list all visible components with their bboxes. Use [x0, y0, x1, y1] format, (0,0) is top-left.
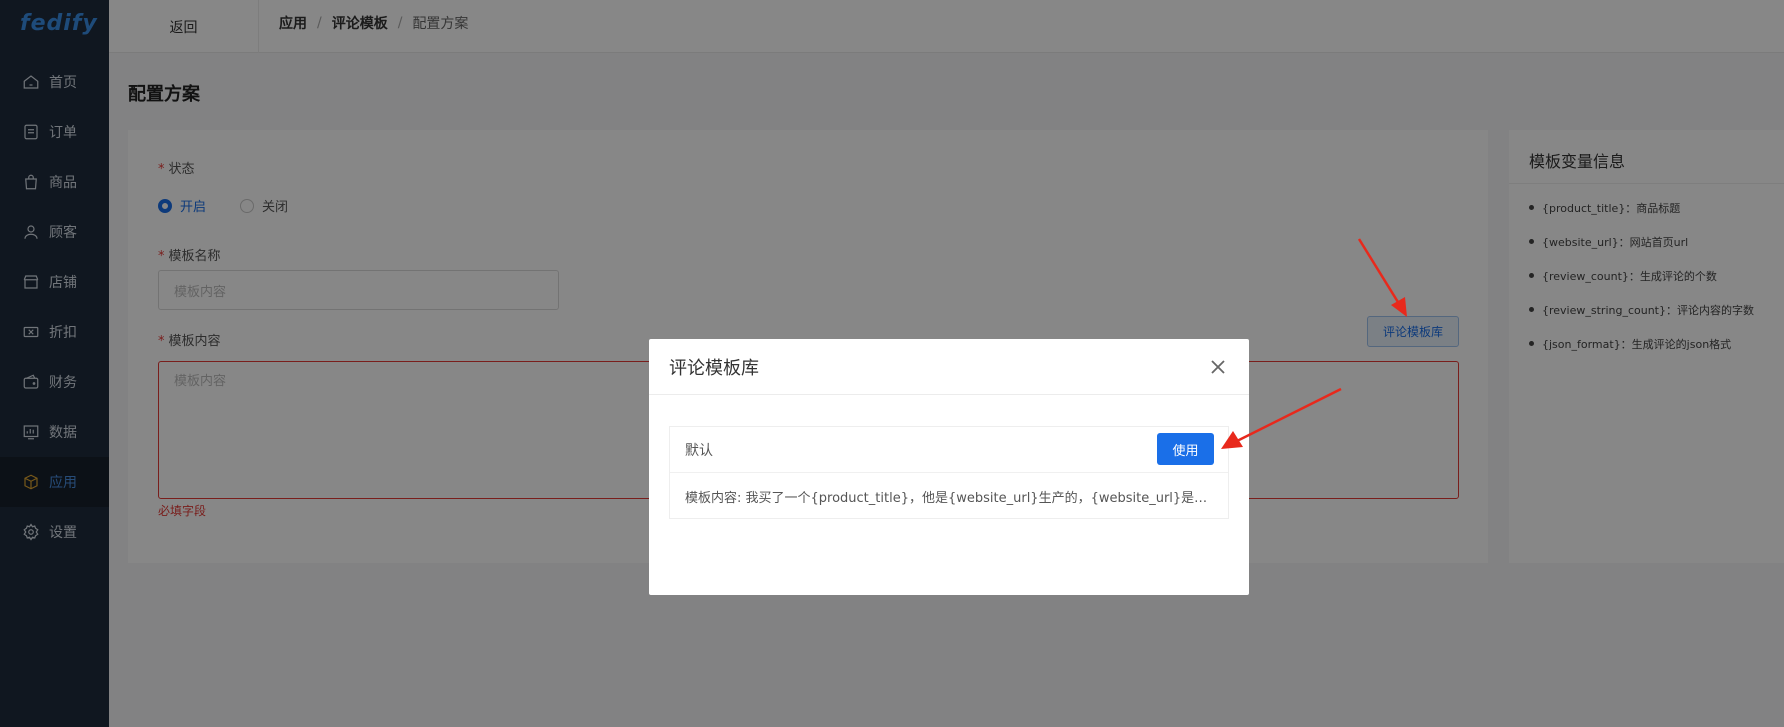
template-item: 默认 使用 模板内容: 我买了一个{product_title}，他是{webs… — [669, 426, 1229, 519]
template-library-modal: 评论模板库 默认 使用 模板内容: 我买了一个{product_title}，他… — [649, 339, 1249, 595]
template-item-content: 模板内容: 我买了一个{product_title}，他是{website_ur… — [670, 473, 1228, 519]
modal-title: 评论模板库 — [649, 339, 1249, 395]
template-content-text: 模板内容: 我买了一个{product_title}，他是{website_ur… — [685, 490, 1213, 506]
close-icon[interactable] — [1207, 356, 1229, 378]
use-template-button[interactable]: 使用 — [1157, 433, 1214, 465]
template-item-name: 默认 — [685, 442, 713, 459]
template-item-header: 默认 使用 — [670, 427, 1228, 473]
